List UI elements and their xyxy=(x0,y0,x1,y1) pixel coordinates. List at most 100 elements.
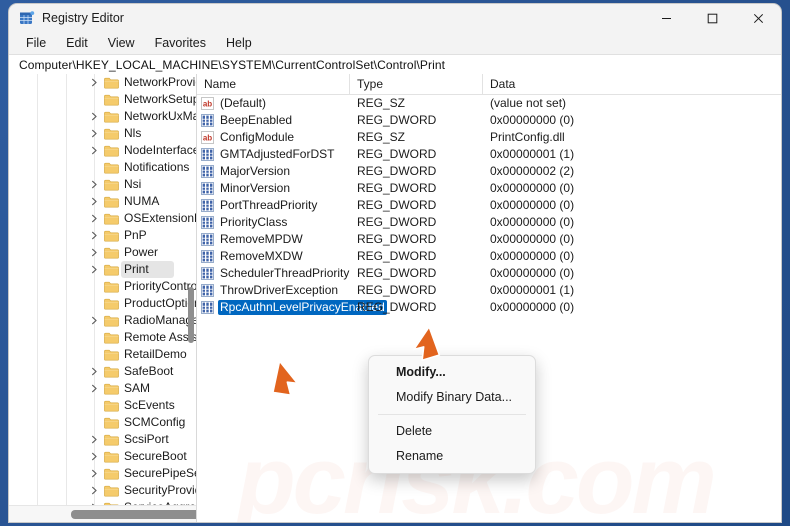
tree-node-label: Print xyxy=(124,262,149,276)
chevron-right-icon[interactable] xyxy=(89,315,100,326)
folder-icon xyxy=(104,315,119,327)
tree-node-scevents[interactable]: ScEvents xyxy=(9,397,196,414)
tree-node-print[interactable]: Print xyxy=(9,261,196,278)
menu-file[interactable]: File xyxy=(17,34,55,52)
chevron-right-icon[interactable] xyxy=(89,451,100,462)
chevron-right-icon[interactable] xyxy=(89,383,100,394)
value-row[interactable]: PriorityClass REG_DWORD 0x00000000 (0) xyxy=(197,214,781,231)
chevron-right-icon[interactable] xyxy=(89,468,100,479)
value-type: REG_SZ xyxy=(357,130,406,144)
value-row[interactable]: ab ConfigModule REG_SZ PrintConfig.dll xyxy=(197,129,781,146)
tree-node-label: OSExtensionDa xyxy=(124,211,196,225)
value-row[interactable]: ThrowDriverException REG_DWORD 0x00000001 … xyxy=(197,282,781,299)
tree-node-pnp[interactable]: PnP xyxy=(9,227,196,244)
value-row[interactable]: BeepEnabled REG_DWORD 0x00000000 (0) xyxy=(197,112,781,129)
tree-node-productoptions[interactable]: ProductOptions xyxy=(9,295,196,312)
value-name: SchedulerThreadPriority xyxy=(220,266,350,280)
folder-icon xyxy=(104,298,119,310)
string-value-icon: ab xyxy=(201,131,214,144)
menu-help[interactable]: Help xyxy=(217,34,261,52)
chevron-right-icon[interactable] xyxy=(89,128,100,139)
menu-favorites[interactable]: Favorites xyxy=(146,34,215,52)
context-menu-item-modify-binary-data[interactable]: Modify Binary Data... xyxy=(369,385,535,410)
chevron-right-icon[interactable] xyxy=(89,179,100,190)
chevron-right-icon[interactable] xyxy=(89,434,100,445)
tree-node-networkprovide[interactable]: NetworkProvide xyxy=(9,74,196,91)
tree-node-nodeinterfaces[interactable]: NodeInterfaces xyxy=(9,142,196,159)
value-name: PriorityClass xyxy=(220,215,288,229)
tree-node-numa[interactable]: NUMA xyxy=(9,193,196,210)
value-row[interactable]: MinorVersion REG_DWORD 0x00000000 (0) xyxy=(197,180,781,197)
column-header-data[interactable]: Data xyxy=(483,74,781,94)
tree-vertical-scrollbar[interactable] xyxy=(187,74,195,506)
value-type: REG_SZ xyxy=(357,96,406,110)
tree-node-securityprovide[interactable]: SecurityProvide xyxy=(9,482,196,499)
tree-node-label: Notifications xyxy=(124,160,190,174)
value-row[interactable]: PortThreadPriority REG_DWORD 0x00000000 (0… xyxy=(197,197,781,214)
tree-node-label: NetworkSetup2 xyxy=(124,92,196,106)
chevron-right-icon[interactable] xyxy=(89,230,100,241)
menu-view[interactable]: View xyxy=(99,34,144,52)
chevron-right-icon[interactable] xyxy=(89,213,100,224)
tree-node-label: RetailDemo xyxy=(124,347,187,361)
value-row[interactable]: SchedulerThreadPriority REG_DWORD 0x000000… xyxy=(197,265,781,282)
registry-tree-pane[interactable]: NetworkProvide NetworkSetup2 NetworkUxMan N… xyxy=(9,74,197,522)
dword-value-icon xyxy=(201,216,214,229)
value-row[interactable]: RpcAuthnLevelPrivacyEnabled REG_DWORD 0x00… xyxy=(197,299,781,316)
chevron-right-icon[interactable] xyxy=(89,247,100,258)
tree-node-securepipeserv[interactable]: SecurePipeServ xyxy=(9,465,196,482)
tree-node-networksetup2[interactable]: NetworkSetup2 xyxy=(9,91,196,108)
context-menu-item-modify[interactable]: Modify... xyxy=(369,360,535,385)
tree-node-secureboot[interactable]: SecureBoot xyxy=(9,448,196,465)
chevron-right-icon[interactable] xyxy=(89,77,100,88)
value-row[interactable]: RemoveMXDW REG_DWORD 0x00000000 (0) xyxy=(197,248,781,265)
tree-vertical-scroll-thumb[interactable] xyxy=(188,287,194,343)
value-row[interactable]: ab (Default) REG_SZ (value not set) xyxy=(197,95,781,112)
close-button[interactable] xyxy=(735,4,781,32)
tree-node-radiomanagem[interactable]: RadioManagem xyxy=(9,312,196,329)
tree-node-retaildemo[interactable]: RetailDemo xyxy=(9,346,196,363)
tree-node-scsiport[interactable]: ScsiPort xyxy=(9,431,196,448)
tree-node-networkuxman[interactable]: NetworkUxMan xyxy=(9,108,196,125)
value-row[interactable]: RemoveMPDW REG_DWORD 0x00000000 (0) xyxy=(197,231,781,248)
context-menu-item-rename[interactable]: Rename xyxy=(369,444,535,469)
tree-node-scmconfig[interactable]: SCMConfig xyxy=(9,414,196,431)
folder-icon xyxy=(104,451,119,463)
dword-value-icon xyxy=(201,182,214,195)
values-column-header: Name Type Data xyxy=(197,74,781,95)
values-list: ab (Default) REG_SZ (value not set) BeepEnab… xyxy=(197,95,781,316)
chevron-right-icon[interactable] xyxy=(89,485,100,496)
value-row[interactable]: MajorVersion REG_DWORD 0x00000002 (2) xyxy=(197,163,781,180)
chevron-right-icon[interactable] xyxy=(89,264,100,275)
chevron-right-icon[interactable] xyxy=(89,196,100,207)
tree-node-remote-assista[interactable]: Remote Assista xyxy=(9,329,196,346)
minimize-button[interactable] xyxy=(643,4,689,32)
tree-node-nsi[interactable]: Nsi xyxy=(9,176,196,193)
tree-node-safeboot[interactable]: SafeBoot xyxy=(9,363,196,380)
tree-node-notifications[interactable]: Notifications xyxy=(9,159,196,176)
tree-node-sam[interactable]: SAM xyxy=(9,380,196,397)
context-menu[interactable]: Modify... Modify Binary Data... Delete Rena… xyxy=(368,355,536,474)
value-name: MajorVersion xyxy=(220,164,291,178)
value-data: 0x00000000 (0) xyxy=(490,198,575,212)
column-header-type[interactable]: Type xyxy=(350,74,483,94)
column-header-name[interactable]: Name xyxy=(197,74,350,94)
tree-horizontal-scroll-thumb[interactable] xyxy=(71,510,196,519)
maximize-button[interactable] xyxy=(689,4,735,32)
value-row[interactable]: GMTAdjustedForDST REG_DWORD 0x00000001 (1) xyxy=(197,146,781,163)
chevron-right-icon[interactable] xyxy=(89,366,100,377)
tree-node-label: ScEvents xyxy=(124,398,175,412)
menu-edit[interactable]: Edit xyxy=(57,34,97,52)
folder-icon xyxy=(104,162,119,174)
chevron-right-icon[interactable] xyxy=(89,111,100,122)
value-type: REG_DWORD xyxy=(357,283,437,297)
chevron-right-icon[interactable] xyxy=(89,145,100,156)
tree-node-prioritycontrol[interactable]: PriorityControl xyxy=(9,278,196,295)
address-bar[interactable]: Computer\HKEY_LOCAL_MACHINE\SYSTEM\Curre… xyxy=(9,54,781,75)
context-menu-item-delete[interactable]: Delete xyxy=(369,419,535,444)
tree-node-nls[interactable]: Nls xyxy=(9,125,196,142)
tree-node-osextensionda[interactable]: OSExtensionDa xyxy=(9,210,196,227)
value-type: REG_DWORD xyxy=(357,300,437,314)
tree-node-power[interactable]: Power xyxy=(9,244,196,261)
tree-horizontal-scrollbar[interactable] xyxy=(9,505,196,522)
